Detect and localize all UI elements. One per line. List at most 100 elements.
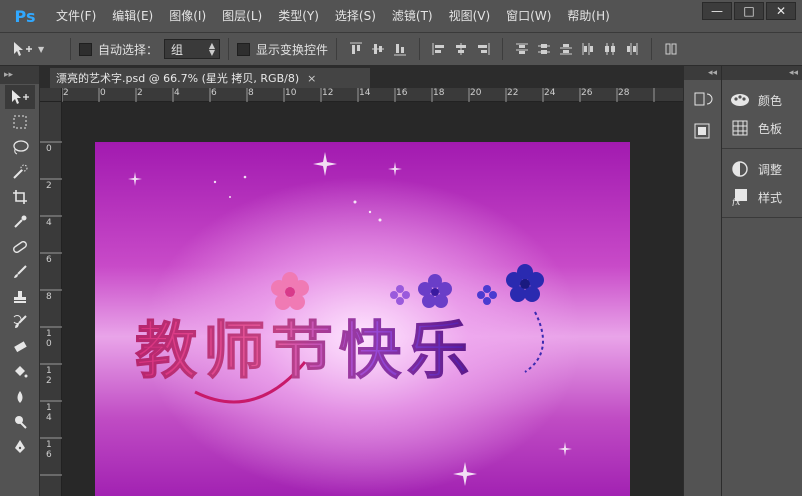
panel-styles[interactable]: fx 样式	[722, 183, 802, 211]
align-left-icon[interactable]	[428, 38, 450, 60]
artwork-text[interactable]: 教师节快乐	[134, 300, 476, 390]
color-icon	[730, 90, 750, 110]
healing-brush-tool-icon[interactable]	[5, 235, 35, 259]
auto-select-value: 组	[171, 42, 184, 57]
artwork-text-content: 教师节快乐	[134, 314, 476, 388]
eraser-tool-icon[interactable]	[5, 335, 35, 359]
ruler-top-label: 10	[285, 88, 297, 98]
menu-window[interactable]: 窗口(W)	[498, 0, 559, 32]
options-bar: ▼ 自动选择： 组 ▲ ▼ 显示变换控件	[0, 32, 802, 66]
ruler-top-label: 8	[248, 88, 254, 98]
menu-view[interactable]: 视图(V)	[441, 0, 499, 32]
ruler-top-label: 22	[507, 88, 519, 98]
menu-help[interactable]: 帮助(H)	[559, 0, 617, 32]
maximize-button[interactable]: □	[734, 2, 764, 20]
panel-styles-label: 样式	[758, 190, 783, 205]
close-tab-icon[interactable]: ×	[307, 72, 316, 85]
artwork-canvas[interactable]: 教师节快乐	[95, 142, 630, 496]
ruler-left-label: 1 4	[46, 403, 52, 423]
divider	[419, 38, 421, 60]
photoshop-logo: Ps	[14, 6, 36, 26]
chevron-down-icon: ▼	[38, 44, 45, 54]
align-top-icon[interactable]	[345, 38, 367, 60]
ruler-left-label: 1 2	[46, 366, 52, 386]
pen-tool-icon[interactable]	[5, 435, 35, 459]
close-button[interactable]: ✕	[766, 2, 796, 20]
align-bottom-icon[interactable]	[389, 38, 411, 60]
auto-select-label: 自动选择：	[98, 42, 159, 57]
document-tab-bar: 漂亮的艺术字.psd @ 66.7% (星光 拷贝, RGB/8) ×	[40, 66, 683, 88]
updown-icon: ▲ ▼	[208, 41, 216, 57]
eyedropper-tool-icon[interactable]	[5, 210, 35, 234]
align-vcenter-icon[interactable]	[367, 38, 389, 60]
dodge-tool-icon[interactable]	[5, 410, 35, 434]
divider	[228, 38, 230, 60]
ruler-top-label: 14	[359, 88, 371, 98]
panel-swatches[interactable]: 色板	[722, 114, 802, 142]
distribute-left-icon[interactable]	[577, 38, 599, 60]
ruler-top-label: 4	[174, 88, 180, 98]
canvas-area[interactable]: 教师节快乐	[62, 102, 683, 496]
menu-filter[interactable]: 滤镜(T)	[384, 0, 441, 32]
paint-bucket-tool-icon[interactable]	[5, 360, 35, 384]
swatches-icon	[730, 118, 750, 138]
menu-file[interactable]: 文件(F)	[48, 0, 104, 32]
brush-tool-icon[interactable]	[5, 260, 35, 284]
quick-select-tool-icon[interactable]	[5, 160, 35, 184]
document-title: 漂亮的艺术字.psd @ 66.7% (星光 拷贝, RGB/8)	[56, 72, 300, 85]
menu-edit[interactable]: 编辑(E)	[104, 0, 161, 32]
panel-dock-icons: ◂◂	[683, 66, 721, 496]
align-hcenter-icon[interactable]	[450, 38, 472, 60]
clone-stamp-tool-icon[interactable]	[5, 285, 35, 309]
toolbox: ▸▸	[0, 66, 40, 496]
distribute-top-icon[interactable]	[511, 38, 533, 60]
menu-select[interactable]: 选择(S)	[327, 0, 384, 32]
menu-bar: Ps 文件(F) 编辑(E) 图像(I) 图层(L) 类型(Y) 选择(S) 滤…	[0, 0, 802, 32]
ruler-top-label: 6	[211, 88, 217, 98]
distribute-hcenter-icon[interactable]	[599, 38, 621, 60]
distribute-vcenter-icon[interactable]	[533, 38, 555, 60]
history-brush-tool-icon[interactable]	[5, 310, 35, 334]
align-right-icon[interactable]	[472, 38, 494, 60]
ruler-left-label: 0	[46, 144, 52, 154]
panel-color-label: 颜色	[758, 93, 783, 108]
panel-dock: ◂◂ 颜色 色板 调整 fx 样式	[721, 66, 802, 496]
minimize-button[interactable]: —	[702, 2, 732, 20]
marquee-tool-icon[interactable]	[5, 110, 35, 134]
auto-select-checkbox[interactable]	[79, 42, 92, 56]
ruler-top-label: 16	[396, 88, 408, 98]
ruler-top-label: 18	[433, 88, 445, 98]
window-controls: — □ ✕	[702, 2, 796, 20]
tool-preset-picker[interactable]: ▼	[12, 37, 62, 61]
ruler-left-label: 6	[46, 255, 52, 265]
collapse-icon[interactable]: ◂◂	[722, 66, 802, 80]
divider	[336, 38, 338, 60]
ruler-top-label: 2	[63, 88, 69, 98]
crop-tool-icon[interactable]	[5, 185, 35, 209]
lasso-tool-icon[interactable]	[5, 135, 35, 159]
show-transform-label: 显示变换控件	[256, 42, 329, 57]
show-transform-checkbox[interactable]	[237, 42, 251, 56]
properties-icon[interactable]	[688, 118, 718, 144]
auto-align-icon[interactable]	[660, 38, 682, 60]
distribute-bottom-icon[interactable]	[555, 38, 577, 60]
move-tool-icon[interactable]	[5, 85, 35, 109]
panel-adjustments[interactable]: 调整	[722, 155, 802, 183]
collapse-icon[interactable]: ◂◂	[684, 66, 721, 80]
menu-layer[interactable]: 图层(L)	[214, 0, 270, 32]
ruler-left-label: 1 6	[46, 440, 52, 460]
document-tab[interactable]: 漂亮的艺术字.psd @ 66.7% (星光 拷贝, RGB/8) ×	[50, 68, 370, 88]
move-tool-icon	[14, 42, 32, 56]
blur-tool-icon[interactable]	[5, 385, 35, 409]
auto-select-dropdown[interactable]: 组 ▲ ▼	[164, 39, 221, 59]
panel-color[interactable]: 颜色	[722, 86, 802, 114]
collapse-icon[interactable]: ▸▸	[0, 66, 39, 84]
divider	[651, 38, 653, 60]
distribute-right-icon[interactable]	[621, 38, 643, 60]
menu-image[interactable]: 图像(I)	[161, 0, 214, 32]
ruler-left-label: 2	[46, 181, 52, 191]
ruler-corner	[40, 88, 62, 102]
menu-type[interactable]: 类型(Y)	[270, 0, 327, 32]
ruler-left-label: 8	[46, 292, 52, 302]
history-icon[interactable]	[688, 86, 718, 112]
